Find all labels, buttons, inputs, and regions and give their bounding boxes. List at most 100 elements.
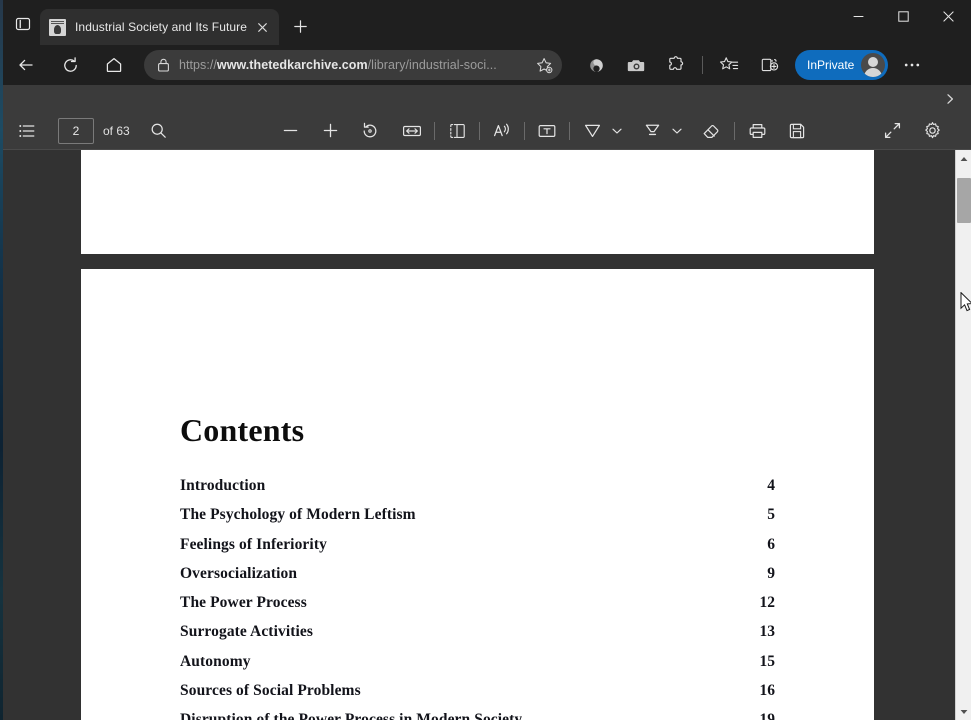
chevron-down-icon	[612, 128, 622, 134]
toolbar-divider	[434, 121, 435, 140]
tab-actions-icon	[15, 17, 31, 31]
tab-actions-button[interactable]	[6, 7, 40, 41]
minimize-button[interactable]	[836, 0, 881, 32]
extensions-button[interactable]	[660, 49, 692, 81]
toc-entry[interactable]: Disruption of the Power Process in Moder…	[180, 711, 775, 720]
inprivate-profile-button[interactable]: InPrivate	[795, 50, 889, 80]
erase-button[interactable]	[697, 116, 727, 146]
toolbar-divider	[569, 121, 570, 140]
toc-entry[interactable]: The Psychology of Modern Leftism 5	[180, 506, 775, 535]
favorites-star-icon	[719, 56, 739, 69]
save-button[interactable]	[782, 116, 812, 146]
collections-button[interactable]	[753, 49, 785, 81]
toc-entry[interactable]: Autonomy 15	[180, 653, 775, 682]
page-number-box[interactable]	[58, 117, 94, 144]
toc-entry[interactable]: Feelings of Inferiority 6	[180, 536, 775, 565]
pdf-toolbar-left: of 63	[0, 116, 174, 146]
minus-icon	[283, 129, 297, 132]
favorites-button[interactable]	[713, 49, 745, 81]
screenshot-button[interactable]	[620, 49, 652, 81]
zoom-in-button[interactable]	[315, 116, 345, 146]
avatar	[861, 53, 886, 77]
url-prefix: https://	[179, 58, 217, 72]
url-domain: www.thetedkarchive.com	[216, 58, 368, 72]
toc-entry-title: Autonomy	[180, 652, 251, 670]
print-button[interactable]	[742, 116, 772, 146]
toc-entry-title: The Power Process	[180, 594, 307, 612]
close-window-button[interactable]	[926, 0, 971, 32]
expand-button[interactable]	[877, 116, 907, 146]
gear-icon	[924, 122, 940, 139]
search-button[interactable]	[144, 116, 174, 146]
fit-page-icon	[403, 125, 421, 136]
scroll-down-button[interactable]	[956, 703, 971, 720]
toc-entry[interactable]: Sources of Social Problems 16	[180, 682, 775, 711]
pdf-page-2[interactable]: Contents Introduction 4 The Psychology o…	[81, 269, 874, 720]
browser-window: Industrial Society and Its Future https:…	[0, 0, 971, 720]
vertical-scrollbar[interactable]	[955, 150, 971, 720]
toc-entry[interactable]: The Power Process 12	[180, 594, 775, 623]
page-view-icon	[449, 123, 465, 138]
toc-entry[interactable]: Introduction 4	[180, 477, 775, 506]
toc-icon	[19, 124, 35, 137]
toolbar-divider	[524, 121, 525, 140]
highlight-options-button[interactable]	[667, 116, 687, 146]
tab-industrial-society[interactable]: Industrial Society and Its Future	[40, 9, 280, 45]
draw-button[interactable]	[577, 116, 607, 146]
page-number-input[interactable]	[59, 123, 93, 138]
save-disk-icon	[789, 123, 805, 138]
read-aloud-button[interactable]	[487, 116, 517, 146]
toc-entry-title: Oversocialization	[180, 564, 298, 582]
home-button[interactable]	[98, 49, 130, 81]
highlighter-icon	[645, 124, 659, 135]
add-favorite-icon[interactable]	[532, 53, 556, 77]
fit-to-page-button[interactable]	[397, 116, 427, 146]
pdf-toolbar-center	[275, 116, 812, 146]
add-text-button[interactable]	[532, 116, 562, 146]
maximize-button[interactable]	[881, 0, 926, 32]
close-icon	[943, 10, 954, 22]
back-button[interactable]	[10, 49, 42, 81]
rotate-icon	[363, 122, 377, 137]
toc-entry-page: 6	[767, 535, 775, 553]
favorites-overflow-button[interactable]	[939, 88, 961, 110]
navigation-bar: https://www.thetedkarchive.com/library/i…	[0, 45, 971, 85]
home-icon	[106, 57, 122, 73]
tab-close-button[interactable]	[251, 16, 273, 38]
toc-entry-page: 15	[759, 652, 776, 670]
zoom-out-button[interactable]	[275, 116, 305, 146]
toc-entry-page: 12	[759, 594, 776, 612]
draw-options-button[interactable]	[607, 116, 627, 146]
toolbar-actions: InPrivate	[576, 49, 932, 81]
toc-entry-title: Disruption of the Power Process in Moder…	[180, 711, 523, 720]
plus-icon	[293, 19, 307, 33]
toc-entry-page: 13	[759, 623, 776, 641]
toc-entry-title: Feelings of Inferiority	[180, 535, 327, 553]
table-of-contents-button[interactable]	[12, 116, 42, 146]
highlight-button[interactable]	[637, 116, 667, 146]
scroll-up-button[interactable]	[956, 150, 971, 167]
address-bar[interactable]: https://www.thetedkarchive.com/library/i…	[144, 50, 562, 80]
reload-button[interactable]	[54, 49, 86, 81]
page-view-button[interactable]	[442, 116, 472, 146]
toc-entry-title: Introduction	[180, 477, 266, 494]
toc-entry[interactable]: Surrogate Activities 13	[180, 623, 775, 652]
scrollbar-thumb[interactable]	[957, 178, 971, 223]
pdf-settings-button[interactable]	[917, 116, 947, 146]
settings-and-more-button[interactable]	[896, 49, 928, 81]
split-screen-button[interactable]	[580, 49, 612, 81]
new-tab-button[interactable]	[285, 11, 315, 41]
pdf-pages-container: Contents Introduction 4 The Psychology o…	[0, 150, 955, 720]
toc-entry-page: 16	[759, 682, 776, 700]
rotate-button[interactable]	[355, 116, 385, 146]
pdf-viewer[interactable]: Contents Introduction 4 The Psychology o…	[0, 150, 971, 720]
toc-entry-title: The Psychology of Modern Leftism	[180, 506, 416, 524]
toc-entry-title: Surrogate Activities	[180, 623, 314, 641]
ellipsis-icon	[905, 63, 920, 67]
toc-entry[interactable]: Oversocialization 9	[180, 565, 775, 594]
lock-icon	[154, 58, 172, 72]
desktop-background-sliver	[0, 0, 3, 720]
minimize-icon	[853, 15, 864, 17]
toc-entry-page: 5	[767, 506, 775, 524]
printer-icon	[749, 123, 765, 138]
